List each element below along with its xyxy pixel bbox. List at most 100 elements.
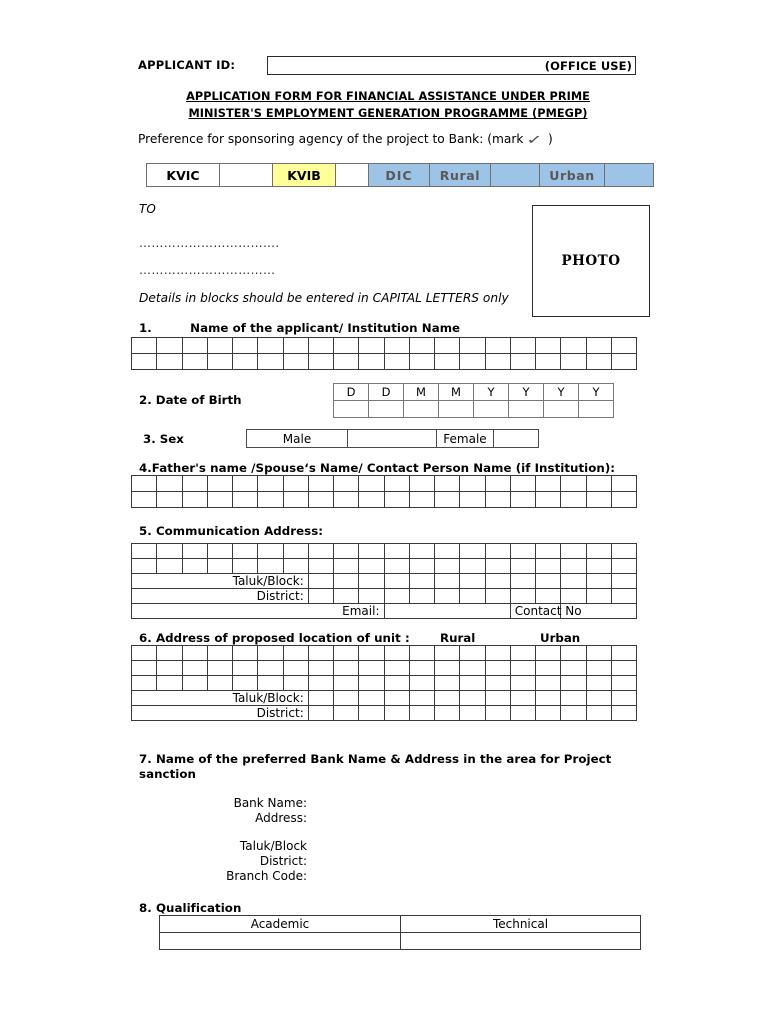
location-address-cell[interactable]: [307, 675, 335, 691]
location-district-cell[interactable]: [383, 705, 410, 721]
comm-taluk-cell[interactable]: [534, 573, 562, 589]
comm-address-cell[interactable]: [156, 543, 183, 559]
applicant-name-cell[interactable]: [307, 353, 335, 370]
comm-address-cell[interactable]: [231, 543, 259, 559]
comm-address-cell[interactable]: [509, 543, 537, 559]
dob-cell[interactable]: [403, 400, 439, 418]
applicant-name-cell[interactable]: [560, 353, 587, 370]
applicant-name-cell[interactable]: [534, 353, 562, 370]
location-address-cell[interactable]: [358, 660, 385, 676]
location-address-cell[interactable]: [130, 645, 158, 661]
agency-cell-rural[interactable]: Rural: [429, 163, 491, 187]
father-name-cell[interactable]: [156, 475, 183, 492]
communication-address-grid[interactable]: Taluk/Block: District: Email: Contact No: [130, 543, 638, 619]
email-input[interactable]: [383, 603, 511, 619]
location-district-cell[interactable]: [307, 705, 335, 721]
father-name-cell[interactable]: [282, 475, 309, 492]
father-name-cell[interactable]: [383, 475, 410, 492]
location-district-cell[interactable]: [585, 705, 612, 721]
father-name-cell[interactable]: [282, 491, 309, 508]
location-address-cell[interactable]: [610, 675, 638, 691]
comm-address-cell[interactable]: [307, 543, 335, 559]
comm-taluk-cell[interactable]: [383, 573, 410, 589]
location-taluk-cell[interactable]: [383, 690, 410, 706]
agency-cell-kvib[interactable]: KVIB: [272, 163, 336, 187]
father-name-cell[interactable]: [181, 475, 208, 492]
comm-district-cell[interactable]: [509, 588, 537, 604]
father-name-cell[interactable]: [509, 491, 537, 508]
comm-district-cell[interactable]: [332, 588, 360, 604]
applicant-name-cell[interactable]: [130, 353, 158, 370]
location-address-cell[interactable]: [231, 660, 259, 676]
location-address-cell[interactable]: [206, 675, 234, 691]
applicant-name-cell[interactable]: [560, 337, 587, 354]
comm-address-cell[interactable]: [585, 558, 612, 574]
location-taluk-cell[interactable]: [610, 690, 638, 706]
location-address-cell[interactable]: [358, 645, 385, 661]
location-district-cell[interactable]: [509, 705, 537, 721]
comm-address-cell[interactable]: [560, 543, 587, 559]
father-name-cell[interactable]: [181, 491, 208, 508]
father-name-cell[interactable]: [231, 475, 259, 492]
father-name-cell[interactable]: [206, 475, 234, 492]
dob-cell[interactable]: [508, 400, 544, 418]
comm-address-cell[interactable]: [156, 558, 183, 574]
comm-address-cell[interactable]: [433, 543, 461, 559]
location-address-cell[interactable]: [610, 660, 638, 676]
applicant-name-cell[interactable]: [585, 353, 612, 370]
location-taluk-cell[interactable]: [484, 690, 511, 706]
applicant-name-cell[interactable]: [282, 353, 309, 370]
agency-cell-dic[interactable]: DIC: [368, 163, 430, 187]
location-address-cell[interactable]: [484, 645, 511, 661]
father-name-cell[interactable]: [257, 475, 284, 492]
applicant-name-cell[interactable]: [156, 337, 183, 354]
comm-district-cell[interactable]: [534, 588, 562, 604]
father-name-cell[interactable]: [383, 491, 410, 508]
location-address-cell[interactable]: [282, 660, 309, 676]
comm-address-cell[interactable]: [332, 558, 360, 574]
applicant-name-cell[interactable]: [433, 337, 461, 354]
comm-address-cell[interactable]: [509, 558, 537, 574]
comm-district-cell[interactable]: [560, 588, 587, 604]
father-name-cell[interactable]: [130, 491, 158, 508]
location-address-cell[interactable]: [383, 660, 410, 676]
applicant-name-cell[interactable]: [408, 353, 436, 370]
agency-checkbox-rural[interactable]: [490, 163, 540, 187]
father-name-cell[interactable]: [610, 475, 638, 492]
location-district-cell[interactable]: [534, 705, 562, 721]
location-taluk-cell[interactable]: [459, 690, 486, 706]
comm-taluk-cell[interactable]: [585, 573, 612, 589]
location-address-cell[interactable]: [433, 660, 461, 676]
location-address-cell[interactable]: [257, 645, 284, 661]
location-address-cell[interactable]: [534, 645, 562, 661]
father-name-cell[interactable]: [610, 491, 638, 508]
agency-cell-kvic[interactable]: KVIC: [146, 163, 220, 187]
applicant-name-cell[interactable]: [206, 337, 234, 354]
father-name-cell[interactable]: [560, 491, 587, 508]
comm-district-cell[interactable]: [358, 588, 385, 604]
father-name-cell[interactable]: [332, 491, 360, 508]
location-address-cell[interactable]: [484, 660, 511, 676]
comm-address-cell[interactable]: [408, 558, 436, 574]
father-name-cell[interactable]: [231, 491, 259, 508]
comm-address-cell[interactable]: [307, 558, 335, 574]
comm-address-cell[interactable]: [383, 558, 410, 574]
location-address-cell[interactable]: [181, 660, 208, 676]
location-address-cell[interactable]: [181, 675, 208, 691]
comm-district-cell[interactable]: [433, 588, 461, 604]
comm-district-cell[interactable]: [610, 588, 638, 604]
comm-address-cell[interactable]: [206, 558, 234, 574]
location-taluk-cell[interactable]: [433, 690, 461, 706]
location-district-cell[interactable]: [332, 705, 360, 721]
comm-taluk-cell[interactable]: [332, 573, 360, 589]
location-address-cell[interactable]: [257, 675, 284, 691]
location-address-cell[interactable]: [206, 645, 234, 661]
comm-address-cell[interactable]: [534, 543, 562, 559]
applicant-name-cell[interactable]: [459, 353, 486, 370]
comm-taluk-cell[interactable]: [560, 573, 587, 589]
comm-address-cell[interactable]: [459, 558, 486, 574]
location-address-cell[interactable]: [433, 645, 461, 661]
comm-taluk-cell[interactable]: [408, 573, 436, 589]
applicant-name-cell[interactable]: [231, 353, 259, 370]
father-name-cell[interactable]: [459, 491, 486, 508]
